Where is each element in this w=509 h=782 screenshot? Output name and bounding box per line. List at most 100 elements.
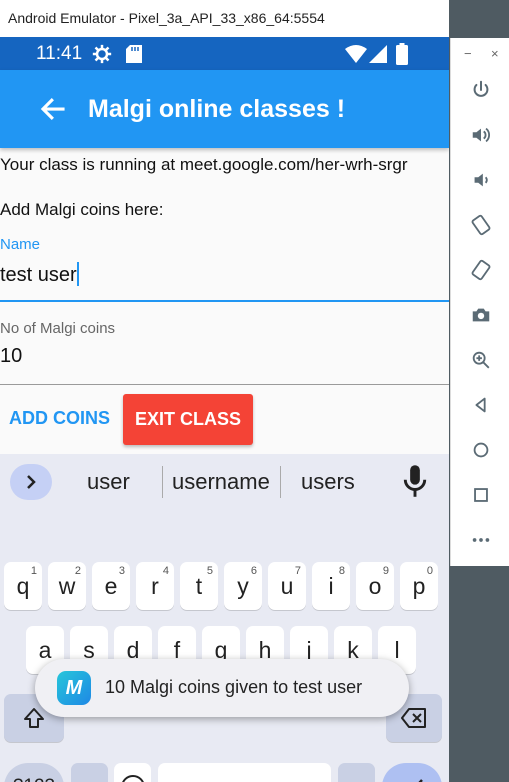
soft-keyboard: user username users q1w2e3r4t5y6u7i8o9p0… — [0, 454, 449, 782]
window-title: Android Emulator - Pixel_3a_API_33_x86_6… — [8, 10, 325, 26]
name-field-input[interactable]: test user — [0, 262, 79, 287]
screenshot-button[interactable] — [465, 299, 497, 331]
settings-gear-icon — [92, 44, 112, 64]
key-number-hint: 1 — [30, 565, 37, 577]
app-title: Malgi online classes ! — [88, 95, 346, 123]
add-coins-button[interactable]: ADD COINS — [9, 408, 110, 429]
suggestion-divider — [280, 466, 281, 498]
more-icon — [472, 538, 490, 542]
suggestion-1[interactable]: user — [87, 469, 130, 495]
key-number-hint: 6 — [250, 565, 257, 577]
key-letter: t — [195, 572, 203, 599]
close-button[interactable]: × — [491, 46, 499, 61]
key-y[interactable]: y6 — [224, 562, 262, 610]
emulator-side-toolbar: − × — [450, 38, 509, 566]
power-button[interactable] — [465, 74, 497, 106]
key-number-hint: 9 — [382, 565, 389, 577]
emoji-key[interactable] — [114, 763, 151, 782]
key-number-hint: 0 — [426, 565, 433, 577]
key-u[interactable]: u7 — [268, 562, 306, 610]
key-letter: q — [16, 572, 30, 599]
keyboard-menu-button[interactable] — [10, 464, 52, 500]
zoom-button[interactable] — [465, 344, 497, 376]
back-icon — [475, 397, 486, 413]
add-coins-prompt: Add Malgi coins here: — [0, 200, 164, 219]
toast-notification: M 10 Malgi coins given to test user — [35, 659, 409, 717]
cell-signal-icon — [369, 45, 387, 63]
app-logo-icon: M — [57, 671, 91, 705]
name-field-value: test user — [0, 264, 77, 286]
microphone-icon[interactable] — [400, 464, 430, 498]
key-letter: r — [151, 572, 159, 599]
volume-up-button[interactable] — [465, 119, 497, 151]
text-caret — [76, 262, 79, 286]
wifi-icon — [345, 45, 367, 63]
rotate-right-button[interactable] — [465, 254, 497, 286]
suggestion-2[interactable]: username — [172, 469, 270, 495]
period-key[interactable]: . — [338, 763, 375, 782]
space-bar[interactable] — [158, 763, 331, 782]
key-q[interactable]: q1 — [4, 562, 42, 610]
coins-field-label: No of Malgi coins — [0, 320, 116, 337]
key-letter: e — [104, 572, 118, 599]
coins-field-input[interactable]: 10 — [0, 345, 22, 368]
enter-key[interactable] — [382, 763, 442, 782]
key-number-hint: 3 — [118, 565, 125, 577]
emoji-icon — [121, 775, 144, 782]
back-nav-button[interactable] — [465, 389, 497, 421]
back-arrow-icon[interactable] — [38, 94, 68, 124]
suggestion-strip: user username users — [0, 454, 449, 508]
overview-nav-button[interactable] — [465, 479, 497, 511]
emulator-window: Android Emulator - Pixel_3a_API_33_x86_6… — [0, 0, 509, 782]
battery-icon — [396, 43, 408, 65]
volume-down-button[interactable] — [465, 164, 497, 196]
sd-card-icon — [126, 45, 142, 63]
key-letter: p — [412, 572, 426, 599]
suggestion-divider — [162, 466, 163, 498]
key-number-hint: 2 — [74, 565, 81, 577]
more-button[interactable] — [465, 524, 497, 556]
rotate-left-icon — [471, 214, 491, 236]
symbols-key[interactable]: ?123 — [4, 763, 64, 782]
coins-field-underline — [0, 384, 449, 385]
name-field-underline — [0, 300, 449, 302]
key-r[interactable]: r4 — [136, 562, 174, 610]
home-nav-button[interactable] — [465, 434, 497, 466]
chevron-right-icon — [27, 475, 36, 489]
key-letter: o — [368, 572, 382, 599]
volume-down-icon — [474, 173, 488, 187]
app-bar: Malgi online classes ! — [0, 70, 449, 148]
backspace-icon — [401, 708, 426, 728]
volume-up-icon — [472, 127, 490, 143]
class-info-text: Your class is running at meet.google.com… — [0, 155, 408, 174]
key-p[interactable]: p0 — [400, 562, 438, 610]
key-number-hint: 8 — [338, 565, 345, 577]
suggestion-3[interactable]: users — [301, 469, 355, 495]
status-bar: 11:41 — [0, 37, 449, 70]
key-number-hint: 4 — [162, 565, 169, 577]
name-field-label: Name — [0, 236, 41, 253]
key-number-hint: 7 — [294, 565, 301, 577]
status-time: 11:41 — [36, 43, 83, 64]
comma-key[interactable]: , — [71, 763, 108, 782]
rotate-left-button[interactable] — [465, 209, 497, 241]
key-letter: i — [328, 572, 334, 599]
key-letter: u — [280, 572, 294, 599]
key-w[interactable]: w2 — [48, 562, 86, 610]
phone-screen: 11:41 Malgi online classes ! Your class … — [0, 37, 449, 782]
shift-icon — [24, 708, 44, 728]
overview-icon — [474, 488, 488, 502]
rotate-right-icon — [471, 259, 491, 281]
key-o[interactable]: o9 — [356, 562, 394, 610]
key-t[interactable]: t5 — [180, 562, 218, 610]
home-icon — [473, 442, 489, 458]
minimize-button[interactable]: − — [464, 46, 472, 61]
window-title-bar: Android Emulator - Pixel_3a_API_33_x86_6… — [0, 0, 449, 37]
key-i[interactable]: i8 — [312, 562, 350, 610]
power-icon — [473, 80, 489, 97]
key-e[interactable]: e3 — [92, 562, 130, 610]
toast-message: 10 Malgi coins given to test user — [105, 677, 363, 697]
key-letter: w — [58, 572, 76, 599]
exit-class-button[interactable]: EXIT CLASS — [123, 394, 253, 445]
zoom-icon — [472, 351, 490, 369]
